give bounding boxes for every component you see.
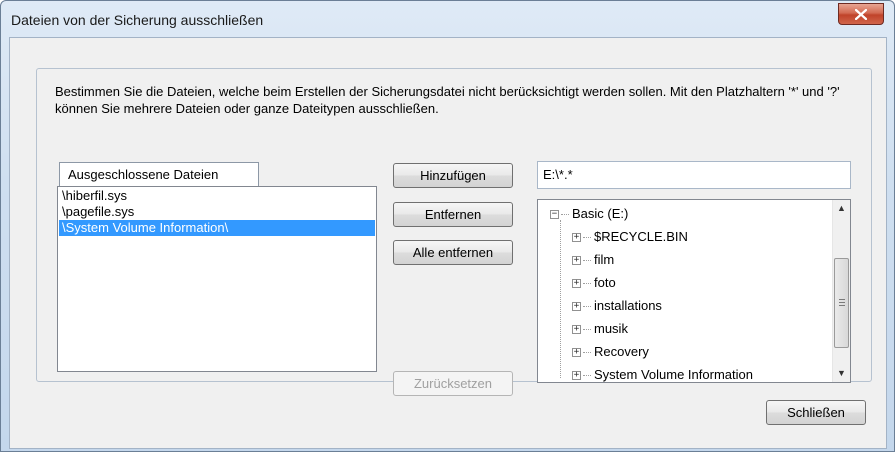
close-icon <box>855 8 867 20</box>
exclusion-group: Bestimmen Sie die Dateien, welche beim E… <box>36 68 872 396</box>
tree-item-label: installations <box>594 298 662 313</box>
tree-item-label: Recovery <box>594 344 649 359</box>
expand-icon[interactable]: + <box>572 325 581 334</box>
folder-tree[interactable]: − Basic (E:) + $RECYCLE.BIN + film + fot… <box>537 199 851 383</box>
close-button[interactable]: Schließen <box>766 400 866 425</box>
vertical-scrollbar[interactable]: ▲ ▼ <box>832 200 850 382</box>
tree-item-label: musik <box>594 321 628 336</box>
tab-excluded-files[interactable]: Ausgeschlossene Dateien <box>59 162 259 187</box>
window-title: Dateien von der Sicherung ausschließen <box>11 12 264 28</box>
tree-item[interactable]: + musik <box>538 319 832 342</box>
scroll-down-icon[interactable]: ▼ <box>833 365 850 382</box>
expand-icon[interactable]: + <box>572 348 581 357</box>
tree-item[interactable]: + film <box>538 250 832 273</box>
tree-item-label: $RECYCLE.BIN <box>594 229 688 244</box>
remove-all-button[interactable]: Alle entfernen <box>393 240 513 265</box>
tree-item-label: System Volume Information <box>594 367 753 382</box>
tree-item[interactable]: + installations <box>538 296 832 319</box>
list-item[interactable]: \System Volume Information\ <box>59 220 375 236</box>
expand-icon[interactable]: + <box>572 371 581 380</box>
grip-icon <box>839 299 845 308</box>
tree-item[interactable]: + System Volume Information <box>538 365 832 382</box>
scroll-thumb[interactable] <box>834 258 849 348</box>
list-item[interactable]: \hiberfil.sys <box>59 188 375 204</box>
scroll-up-icon[interactable]: ▲ <box>833 200 850 217</box>
close-window-button[interactable] <box>838 3 884 25</box>
expand-icon[interactable]: + <box>572 302 581 311</box>
collapse-icon[interactable]: − <box>550 210 559 219</box>
list-item[interactable]: \pagefile.sys <box>59 204 375 220</box>
dialog-window: Dateien von der Sicherung ausschließen B… <box>0 0 895 452</box>
tree-item[interactable]: + $RECYCLE.BIN <box>538 227 832 250</box>
reset-button[interactable]: Zurücksetzen <box>393 371 513 396</box>
excluded-files-list[interactable]: \hiberfil.sys \pagefile.sys \System Volu… <box>57 186 377 372</box>
remove-button[interactable]: Entfernen <box>393 202 513 227</box>
tree-item-label: film <box>594 252 615 267</box>
tree-item[interactable]: + foto <box>538 273 832 296</box>
expand-icon[interactable]: + <box>572 279 581 288</box>
title-bar[interactable]: Dateien von der Sicherung ausschließen <box>1 1 894 37</box>
description-text: Bestimmen Sie die Dateien, welche beim E… <box>55 84 840 116</box>
tree-item[interactable]: + Recovery <box>538 342 832 365</box>
tree-item-root[interactable]: − Basic (E:) <box>538 204 832 227</box>
path-input[interactable]: E:\*.* <box>537 161 851 189</box>
dialog-client-area: Bestimmen Sie die Dateien, welche beim E… <box>9 37 887 449</box>
add-button[interactable]: Hinzufügen <box>393 163 513 188</box>
tree-item-label: foto <box>594 275 616 290</box>
tree-item-label: Basic (E:) <box>572 206 629 221</box>
expand-icon[interactable]: + <box>572 233 581 242</box>
expand-icon[interactable]: + <box>572 256 581 265</box>
